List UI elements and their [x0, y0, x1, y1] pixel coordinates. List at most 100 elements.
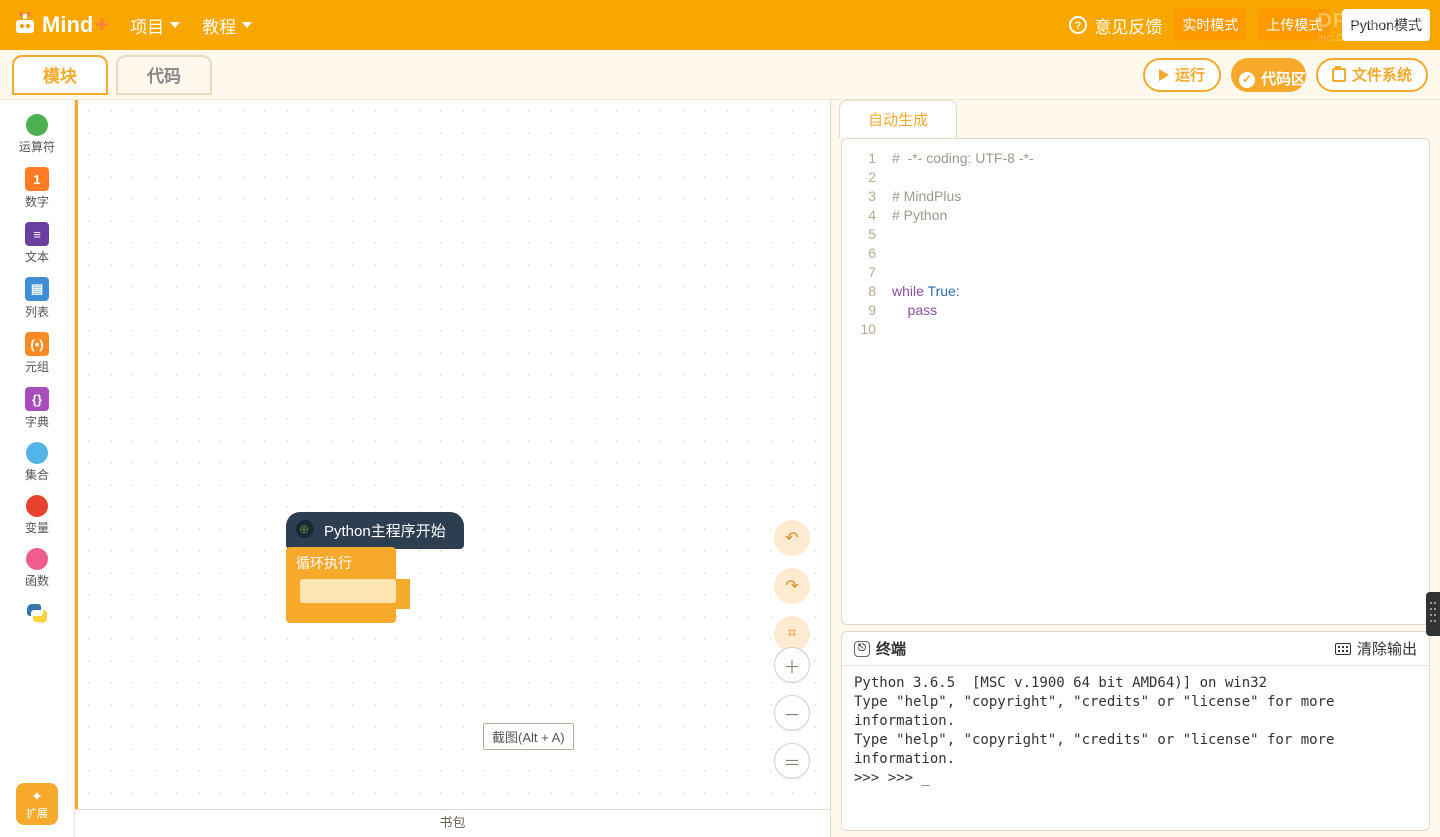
run-button[interactable]: 运行 [1143, 58, 1221, 92]
terminal-title-label: 终端 [876, 638, 906, 659]
python-icon [25, 601, 49, 625]
palette-python[interactable] [2, 595, 72, 633]
check-icon: ✓ [1239, 72, 1255, 88]
question-icon: ? [1068, 15, 1088, 35]
sparkle-icon: ✦ [31, 788, 43, 805]
stage[interactable]: ⊕ Python主程序开始 循环执行 ↶ ↷ ⌗ ＋ － ＝ 截图(Alt + … [75, 100, 830, 809]
palette-dict[interactable]: {} 字典 [2, 381, 72, 436]
stage-wrap: ⊕ Python主程序开始 循环执行 ↶ ↷ ⌗ ＋ － ＝ 截图(Alt + … [75, 100, 830, 837]
mode-upload-button[interactable]: 上传模式 [1258, 9, 1330, 41]
palette: 运算符 1 数字 ≡ 文本 ▤ 列表 (•) 元组 {} 字典集合变量函数 ✦ 扩展 [0, 100, 75, 837]
folder-icon [1332, 68, 1346, 82]
clear-output-button[interactable]: 清除输出 [1335, 638, 1417, 659]
feedback-label: 意见反馈 [1094, 13, 1162, 38]
number-label: 数字 [25, 193, 49, 210]
play-icon [1159, 69, 1169, 81]
tab-blocks[interactable]: 模块 [12, 55, 108, 95]
variable-icon [26, 495, 48, 517]
palette-operators[interactable]: 运算符 [2, 108, 72, 161]
palette-function[interactable]: 函数 [2, 542, 72, 595]
palette-set[interactable]: 集合 [2, 436, 72, 489]
set-label: 集合 [25, 466, 49, 483]
palette-text[interactable]: ≡ 文本 [2, 216, 72, 271]
code-area-button[interactable]: ✓ 代码区 [1231, 58, 1306, 92]
backpack[interactable]: 书包 [75, 809, 830, 837]
svg-text:?: ? [1075, 20, 1082, 32]
zoom-controls: ＋ － ＝ [774, 647, 810, 779]
tuple-label: 元组 [25, 358, 49, 375]
logo[interactable]: Mind + [12, 12, 108, 38]
mode-python-button[interactable]: Python模式 [1342, 9, 1430, 41]
mode-live-button[interactable]: 实时模式 [1174, 9, 1246, 41]
python-icon: ⊕ [299, 522, 309, 536]
zoom-out-button[interactable]: － [774, 695, 810, 731]
clear-output-label: 清除输出 [1357, 638, 1417, 659]
zoom-reset-button[interactable]: ＝ [774, 743, 810, 779]
loop-block-label: 循环执行 [296, 555, 352, 571]
logo-plus: + [95, 12, 108, 38]
function-icon [26, 548, 48, 570]
dict-label: 字典 [25, 413, 49, 430]
loop-block-foot [286, 609, 396, 623]
terminal: ⎋ 终端 清除输出 Python 3.6.5 [MSC v.1900 64 bi… [841, 631, 1430, 831]
topbar-right: ? 意见反馈 实时模式 上传模式 Python模式 [1068, 0, 1430, 50]
file-system-button[interactable]: 文件系统 [1316, 58, 1428, 92]
robot-icon [12, 12, 38, 38]
variable-label: 变量 [25, 519, 49, 536]
chevron-down-icon [170, 22, 180, 28]
toolbar: 模块 代码 运行 ✓ 代码区 文件系统 [0, 50, 1440, 100]
palette-number[interactable]: 1 数字 [2, 161, 72, 216]
right-panel: 自动生成 12345678910 # -*- coding: UTF-8 -*-… [830, 100, 1440, 837]
menu-project[interactable]: 项目 [130, 13, 180, 38]
block-stack[interactable]: ⊕ Python主程序开始 循环执行 [286, 512, 464, 623]
number-icon: 1 [25, 167, 49, 191]
code-content: # -*- coding: UTF-8 -*- # MindPlus # Pyt… [884, 139, 1034, 624]
code-tabs: 自动生成 [831, 100, 1440, 138]
line-gutter: 12345678910 [842, 139, 884, 624]
menu-project-label: 项目 [130, 13, 164, 38]
list-label: 列表 [25, 303, 49, 320]
palette-tuple[interactable]: (•) 元组 [2, 326, 72, 381]
text-label: 文本 [25, 248, 49, 265]
operators-label: 运算符 [19, 138, 55, 155]
screenshot-hint: 截图(Alt + A) [483, 723, 574, 750]
menu-tutorial-label: 教程 [202, 13, 236, 38]
logo-text: Mind [42, 12, 93, 38]
terminal-title: ⎋ 终端 [854, 638, 906, 659]
dict-icon: {} [25, 387, 49, 411]
menu-tutorial[interactable]: 教程 [202, 13, 252, 38]
tab-auto-generate[interactable]: 自动生成 [839, 100, 957, 138]
run-label: 运行 [1175, 64, 1205, 85]
tab-code[interactable]: 代码 [116, 55, 212, 95]
main: 运算符 1 数字 ≡ 文本 ▤ 列表 (•) 元组 {} 字典集合变量函数 ✦ 扩展 ⊕ Pytho… [0, 100, 1440, 837]
extensions-button[interactable]: ✦ 扩展 [16, 783, 58, 825]
loop-block-body[interactable] [286, 579, 410, 609]
palette-list[interactable]: ▤ 列表 [2, 271, 72, 326]
code-editor[interactable]: 12345678910 # -*- coding: UTF-8 -*- # Mi… [841, 138, 1430, 625]
set-icon [26, 442, 48, 464]
function-label: 函数 [25, 572, 49, 589]
terminal-body[interactable]: Python 3.6.5 [MSC v.1900 64 bit AMD64)] … [842, 666, 1429, 830]
file-system-label: 文件系统 [1352, 64, 1412, 85]
undo-button[interactable]: ↶ [774, 520, 810, 556]
list-icon: ▤ [25, 277, 49, 301]
palette-variable[interactable]: 变量 [2, 489, 72, 542]
hat-block-start[interactable]: ⊕ Python主程序开始 [286, 512, 464, 549]
toolbar-right: 运行 ✓ 代码区 文件系统 [1143, 58, 1428, 92]
topbar: Mind + 项目 教程 ? 意见反馈 实时模式 上传模式 Python模式 D… [0, 0, 1440, 50]
zoom-in-button[interactable]: ＋ [774, 647, 810, 683]
side-drawer-handle[interactable] [1426, 592, 1440, 636]
redo-button[interactable]: ↷ [774, 568, 810, 604]
stage-controls: ↶ ↷ ⌗ [774, 520, 810, 652]
keyboard-icon [1335, 643, 1351, 655]
terminal-header: ⎋ 终端 清除输出 [842, 632, 1429, 666]
feedback-button[interactable]: ? 意见反馈 [1068, 13, 1162, 38]
link-icon: ⎋ [854, 641, 870, 657]
tuple-icon: (•) [25, 332, 49, 356]
code-area-label: 代码区 [1261, 70, 1306, 89]
text-icon: ≡ [25, 222, 49, 246]
view-tabs: 模块 代码 [12, 55, 212, 95]
chevron-down-icon [242, 22, 252, 28]
hat-block-label: Python主程序开始 [324, 523, 446, 540]
loop-block[interactable]: 循环执行 [286, 547, 396, 579]
